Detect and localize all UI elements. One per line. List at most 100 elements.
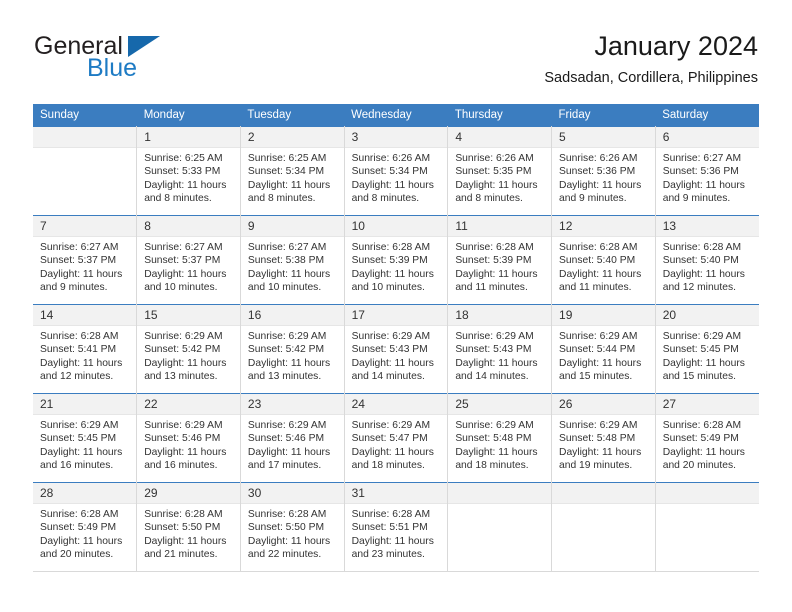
daylight-text-line2: and 22 minutes. [247, 549, 322, 561]
daylight-text-line2: and 14 minutes. [455, 371, 529, 383]
daylight-text-line1: Daylight: 11 hours [351, 446, 434, 458]
day-cell[interactable]: 29 Sunrise: 6:28 AM Sunset: 5:50 PM Dayl… [136, 482, 241, 572]
page-header: General Blue January 2024 Sadsadan, Cord… [34, 30, 758, 98]
day-cell[interactable]: 10 Sunrise: 6:28 AM Sunset: 5:39 PM Dayl… [344, 215, 449, 305]
day-cell[interactable]: 21 Sunrise: 6:29 AM Sunset: 5:45 PM Dayl… [33, 393, 138, 483]
daylight-text-line1: Daylight: 11 hours [351, 179, 434, 191]
daylight-text-line2: and 16 minutes. [144, 460, 218, 472]
day-number: 31 [344, 483, 448, 504]
day-cell[interactable]: 15 Sunrise: 6:29 AM Sunset: 5:42 PM Dayl… [136, 304, 241, 394]
day-cell[interactable]: 14 Sunrise: 6:28 AM Sunset: 5:41 PM Dayl… [33, 304, 138, 394]
sunset-text: Sunset: 5:37 PM [144, 255, 221, 267]
day-cell[interactable]: 8 Sunrise: 6:27 AM Sunset: 5:37 PM Dayli… [136, 215, 241, 305]
day-info: Sunrise: 6:29 AM Sunset: 5:48 PM Dayligh… [448, 415, 551, 473]
day-cell[interactable] [655, 482, 759, 572]
day-cell[interactable]: 9 Sunrise: 6:27 AM Sunset: 5:38 PM Dayli… [240, 215, 345, 305]
sunset-text: Sunset: 5:42 PM [247, 344, 325, 356]
day-cell[interactable]: 5 Sunrise: 6:26 AM Sunset: 5:36 PM Dayli… [551, 126, 656, 216]
weekday-header-monday: Monday [136, 104, 241, 127]
page-title: January 2024 [594, 31, 758, 61]
weekday-header-friday: Friday [551, 104, 656, 127]
sunset-text: Sunset: 5:40 PM [559, 255, 636, 267]
daylight-text-line1: Daylight: 11 hours [662, 268, 745, 280]
day-info: Sunrise: 6:28 AM Sunset: 5:49 PM Dayligh… [33, 504, 136, 562]
sunrise-text: Sunrise: 6:26 AM [455, 153, 534, 164]
day-cell[interactable]: 16 Sunrise: 6:29 AM Sunset: 5:42 PM Dayl… [240, 304, 345, 394]
sunrise-text: Sunrise: 6:29 AM [559, 420, 638, 431]
day-info: Sunrise: 6:29 AM Sunset: 5:42 PM Dayligh… [241, 326, 344, 384]
day-number: 1 [137, 127, 240, 148]
day-cell[interactable] [33, 126, 138, 216]
day-cell[interactable]: 25 Sunrise: 6:29 AM Sunset: 5:48 PM Dayl… [447, 393, 553, 483]
daylight-text-line1: Daylight: 11 hours [247, 179, 331, 191]
day-cell[interactable]: 31 Sunrise: 6:28 AM Sunset: 5:51 PM Dayl… [344, 482, 449, 572]
weekday-header-sunday: Sunday [33, 104, 137, 127]
sunset-text: Sunset: 5:45 PM [662, 344, 739, 356]
sunrise-text: Sunrise: 6:26 AM [559, 153, 638, 164]
day-cell[interactable]: 18 Sunrise: 6:29 AM Sunset: 5:43 PM Dayl… [447, 304, 553, 394]
day-cell[interactable]: 19 Sunrise: 6:29 AM Sunset: 5:44 PM Dayl… [551, 304, 656, 394]
daylight-text-line2: and 16 minutes. [40, 460, 114, 472]
day-number: 25 [448, 394, 552, 415]
sunrise-text: Sunrise: 6:25 AM [247, 153, 327, 164]
daylight-text-line2: and 10 minutes. [351, 282, 425, 294]
day-number: 18 [448, 305, 552, 326]
day-cell[interactable]: 6 Sunrise: 6:27 AM Sunset: 5:36 PM Dayli… [655, 126, 759, 216]
day-cell[interactable] [447, 482, 553, 572]
daylight-text-line2: and 18 minutes. [455, 460, 529, 472]
day-info: Sunrise: 6:28 AM Sunset: 5:49 PM Dayligh… [656, 415, 759, 473]
day-cell[interactable]: 2 Sunrise: 6:25 AM Sunset: 5:34 PM Dayli… [240, 126, 345, 216]
daylight-text-line1: Daylight: 11 hours [40, 446, 123, 458]
daylight-text-line1: Daylight: 11 hours [144, 179, 227, 191]
sunrise-text: Sunrise: 6:27 AM [662, 153, 742, 164]
sunrise-text: Sunrise: 6:28 AM [351, 242, 431, 253]
daylight-text-line1: Daylight: 11 hours [40, 268, 123, 280]
day-cell[interactable] [551, 482, 656, 572]
daylight-text-line1: Daylight: 11 hours [40, 535, 123, 547]
day-cell[interactable]: 3 Sunrise: 6:26 AM Sunset: 5:34 PM Dayli… [344, 126, 449, 216]
day-cell[interactable]: 7 Sunrise: 6:27 AM Sunset: 5:37 PM Dayli… [33, 215, 138, 305]
day-info: Sunrise: 6:28 AM Sunset: 5:40 PM Dayligh… [656, 237, 759, 295]
day-cell[interactable]: 30 Sunrise: 6:28 AM Sunset: 5:50 PM Dayl… [240, 482, 345, 572]
day-cell[interactable]: 11 Sunrise: 6:28 AM Sunset: 5:39 PM Dayl… [447, 215, 553, 305]
day-cell[interactable]: 1 Sunrise: 6:25 AM Sunset: 5:33 PM Dayli… [136, 126, 241, 216]
day-info: Sunrise: 6:27 AM Sunset: 5:37 PM Dayligh… [33, 237, 136, 295]
sunrise-text: Sunrise: 6:29 AM [351, 331, 431, 342]
day-cell[interactable]: 26 Sunrise: 6:29 AM Sunset: 5:48 PM Dayl… [551, 393, 656, 483]
day-cell[interactable]: 13 Sunrise: 6:28 AM Sunset: 5:40 PM Dayl… [655, 215, 759, 305]
day-info: Sunrise: 6:28 AM Sunset: 5:39 PM Dayligh… [345, 237, 448, 295]
sunset-text: Sunset: 5:46 PM [247, 433, 325, 445]
day-cell[interactable]: 24 Sunrise: 6:29 AM Sunset: 5:47 PM Dayl… [344, 393, 449, 483]
daylight-text-line1: Daylight: 11 hours [559, 446, 642, 458]
day-info: Sunrise: 6:29 AM Sunset: 5:46 PM Dayligh… [137, 415, 240, 473]
day-cell[interactable]: 17 Sunrise: 6:29 AM Sunset: 5:43 PM Dayl… [344, 304, 449, 394]
day-info: Sunrise: 6:28 AM Sunset: 5:51 PM Dayligh… [345, 504, 448, 562]
day-cell[interactable]: 22 Sunrise: 6:29 AM Sunset: 5:46 PM Dayl… [136, 393, 241, 483]
day-cell[interactable]: 12 Sunrise: 6:28 AM Sunset: 5:40 PM Dayl… [551, 215, 656, 305]
daylight-text-line1: Daylight: 11 hours [247, 357, 331, 369]
daylight-text-line1: Daylight: 11 hours [662, 446, 745, 458]
general-blue-logo[interactable]: General Blue [34, 32, 264, 92]
day-info: Sunrise: 6:28 AM Sunset: 5:50 PM Dayligh… [137, 504, 240, 562]
daylight-text-line1: Daylight: 11 hours [247, 535, 331, 547]
day-cell[interactable]: 4 Sunrise: 6:26 AM Sunset: 5:35 PM Dayli… [447, 126, 553, 216]
day-cell[interactable]: 20 Sunrise: 6:29 AM Sunset: 5:45 PM Dayl… [655, 304, 759, 394]
day-cell[interactable]: 23 Sunrise: 6:29 AM Sunset: 5:46 PM Dayl… [240, 393, 345, 483]
sunset-text: Sunset: 5:38 PM [247, 255, 325, 267]
day-cell[interactable]: 27 Sunrise: 6:28 AM Sunset: 5:49 PM Dayl… [655, 393, 759, 483]
daylight-text-line2: and 15 minutes. [662, 371, 736, 383]
day-number: 23 [240, 394, 344, 415]
daylight-text-line2: and 18 minutes. [351, 460, 425, 472]
day-cell[interactable]: 28 Sunrise: 6:28 AM Sunset: 5:49 PM Dayl… [33, 482, 138, 572]
daylight-text-line1: Daylight: 11 hours [351, 268, 434, 280]
sunrise-text: Sunrise: 6:28 AM [40, 509, 119, 520]
sunrise-text: Sunrise: 6:28 AM [247, 509, 327, 520]
day-number: 20 [655, 305, 759, 326]
sunrise-text: Sunrise: 6:28 AM [662, 420, 742, 431]
daylight-text-line1: Daylight: 11 hours [144, 446, 227, 458]
sunrise-text: Sunrise: 6:29 AM [144, 331, 223, 342]
day-number: 15 [137, 305, 240, 326]
sunset-text: Sunset: 5:43 PM [455, 344, 532, 356]
sunset-text: Sunset: 5:41 PM [40, 344, 117, 356]
day-number: 27 [655, 394, 759, 415]
